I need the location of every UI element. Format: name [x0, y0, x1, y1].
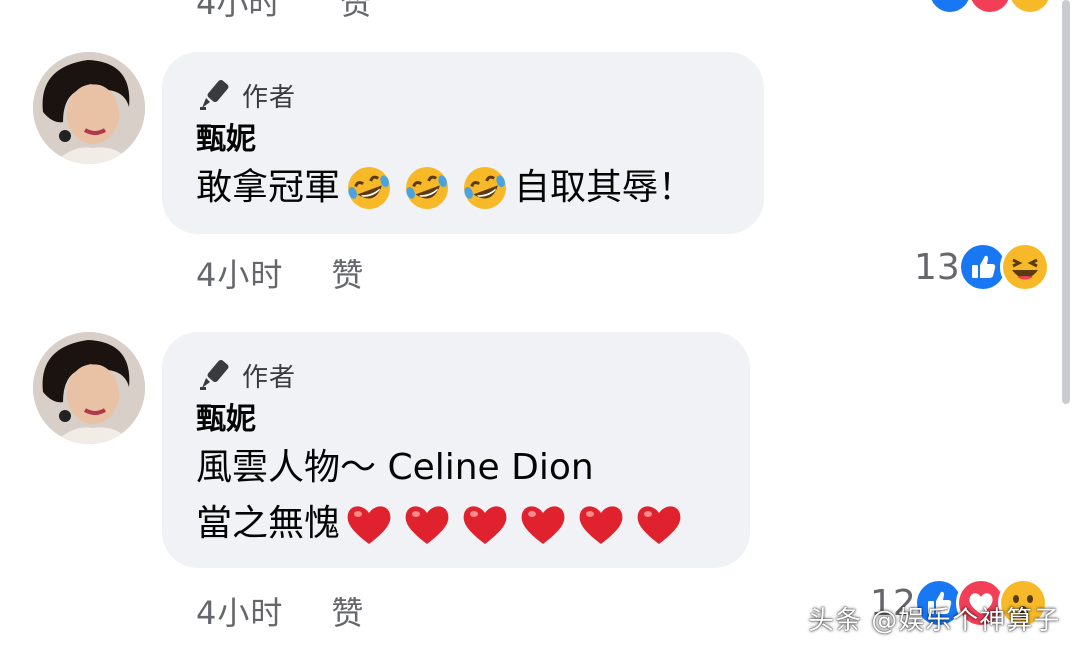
previous-comment-timestamp: 4小时 — [196, 0, 281, 22]
comment-text-line: 當之無愧 — [196, 496, 714, 552]
red-heart-emoji — [634, 499, 684, 549]
comment-text: 當之無愧 — [196, 503, 341, 544]
comment-text: 敢拿冠軍 — [196, 167, 341, 208]
author-badge: 作者 — [196, 76, 728, 114]
comment-timestamp[interactable]: 4小时 — [196, 250, 283, 296]
author-pen-icon — [200, 79, 229, 110]
author-badge: 作者 — [196, 356, 714, 394]
comment-text-line: 敢拿冠軍 自取其辱！ — [196, 160, 728, 216]
comment-text-line: 風雲人物～ Celine Dion — [196, 440, 714, 496]
like-link[interactable]: 赞 — [331, 588, 364, 634]
comment-bubble: 作者 甄妮 風雲人物～ Celine Dion 當之無愧 — [162, 332, 750, 568]
author-badge-label: 作者 — [242, 82, 297, 113]
comment-meta: 4小时 赞 — [196, 250, 364, 296]
red-heart-emoji — [576, 499, 626, 549]
avatar[interactable] — [33, 332, 145, 444]
previous-comment-like-link[interactable]: 赞 — [340, 0, 372, 24]
comment-text: 風雲人物～ Celine Dion — [196, 447, 594, 488]
avatar-portrait — [33, 332, 145, 444]
comment-text: 自取其辱！ — [514, 167, 695, 208]
red-heart-emoji — [344, 499, 394, 549]
love-icon — [970, 0, 1010, 12]
reaction-count: 13 — [914, 246, 960, 288]
comment-bubble: 作者 甄妮 敢拿冠軍 自取其辱！ — [162, 52, 764, 234]
avatar[interactable] — [33, 52, 145, 164]
haha-icon — [999, 242, 1050, 292]
commenter-name[interactable]: 甄妮 — [196, 120, 728, 160]
comment-timestamp[interactable]: 4小时 — [196, 588, 283, 634]
scrollbar[interactable] — [1062, 0, 1070, 404]
comment-meta: 4小时 赞 — [196, 588, 364, 634]
rofl-emoji — [460, 163, 510, 213]
rofl-emoji — [344, 163, 394, 213]
red-heart-emoji — [460, 499, 510, 549]
red-heart-emoji — [518, 499, 568, 549]
previous-comment-meta-row: 4小时 赞 — [0, 0, 1080, 22]
commenter-name[interactable]: 甄妮 — [196, 400, 714, 440]
like-icon — [930, 0, 970, 12]
haha-icon — [1010, 0, 1050, 12]
avatar-portrait — [33, 52, 145, 164]
watermark: 头条 @娱乐个神算子 — [808, 606, 1061, 636]
author-badge-label: 作者 — [242, 362, 297, 393]
rofl-emoji — [402, 163, 452, 213]
red-heart-emoji — [402, 499, 452, 549]
author-pen-icon — [200, 359, 229, 390]
like-link[interactable]: 赞 — [331, 250, 364, 296]
reaction-summary[interactable]: 13 — [914, 242, 1050, 292]
